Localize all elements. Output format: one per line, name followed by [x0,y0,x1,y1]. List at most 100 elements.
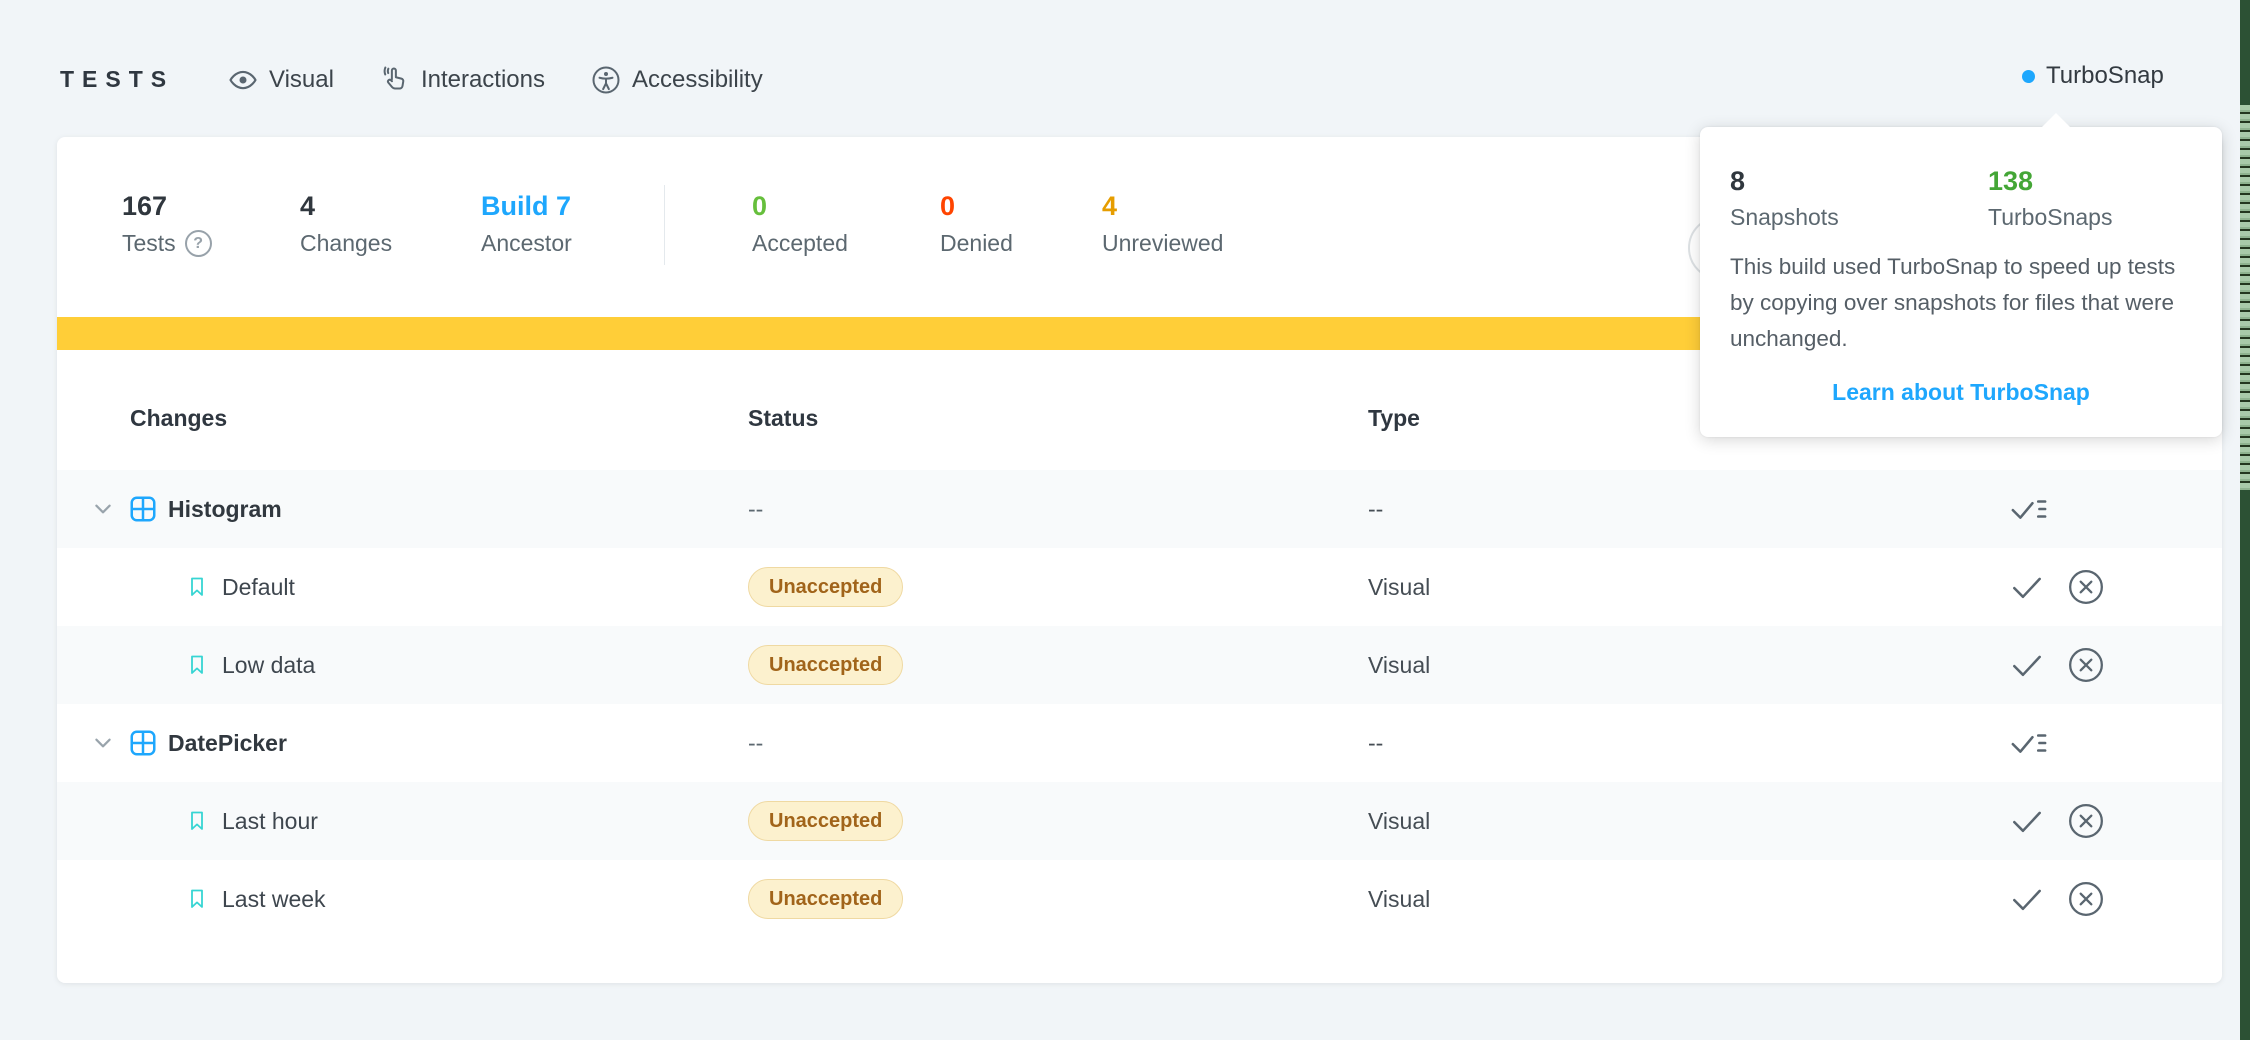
pointer-icon [380,65,410,95]
status-badge: Unaccepted [748,879,903,919]
snapshots-label: Snapshots [1730,204,1839,231]
deny-button[interactable] [2067,568,2105,606]
right-edge-strip [2240,0,2250,1040]
tab-visual[interactable]: Visual [228,65,334,95]
popover-arrow [2042,113,2070,127]
accepted-count: 0 [752,189,848,223]
row-type: Visual [1368,574,1430,601]
popover-stat-turbosnaps: 138 TurboSnaps [1988,165,2112,231]
x-circle-icon [2067,568,2105,606]
tests-count: 167 [122,189,212,223]
stat-accepted: 0 Accepted [752,189,848,257]
component-name: DatePicker [168,730,287,757]
unreviewed-count: 4 [1102,189,1223,223]
ancestor-label: Ancestor [481,230,572,257]
bookmark-icon [185,650,209,680]
accept-all-button[interactable] [2009,728,2049,758]
accept-button[interactable] [2009,572,2045,602]
check-list-icon [2009,728,2049,758]
bookmark-icon [185,572,209,602]
tab-label: Interactions [421,66,545,94]
status-badge: Unaccepted [748,645,903,685]
row-type: Visual [1368,808,1430,835]
check-icon [2009,650,2045,680]
tab-label: Visual [269,66,334,94]
changes-label: Changes [300,230,392,257]
test-name: Default [222,574,295,601]
turbosnap-description: This build used TurboSnap to speed up te… [1730,249,2202,357]
snapshots-count: 8 [1730,165,1839,197]
chevron-down-icon[interactable] [92,498,114,520]
ancestor-build-link[interactable]: Build 7 [481,189,572,223]
check-list-icon [2009,494,2049,524]
test-name: Low data [222,652,315,679]
column-header-status: Status [748,405,818,432]
row-status: -- [748,496,763,523]
column-header-changes: Changes [130,405,227,432]
accept-button[interactable] [2009,884,2045,914]
tab-interactions[interactable]: Interactions [380,65,545,95]
turbosnap-indicator[interactable]: TurboSnap [2022,62,2164,90]
table-row-group-histogram[interactable]: Histogram -- -- [57,470,2222,548]
deny-button[interactable] [2067,880,2105,918]
blue-dot-icon [2022,70,2035,83]
deny-button[interactable] [2067,802,2105,840]
turbosnap-popover: 8 Snapshots 138 TurboSnaps This build us… [1700,127,2222,437]
check-icon [2009,884,2045,914]
status-badge: Unaccepted [748,567,903,607]
stat-denied: 0 Denied [940,189,1013,257]
bookmark-icon [185,806,209,836]
accept-button[interactable] [2009,806,2045,836]
changes-table: Histogram -- -- Default Unaccepted Visua… [57,470,2222,938]
accessibility-icon [591,65,621,95]
stat-unreviewed: 4 Unreviewed [1102,189,1223,257]
accept-button[interactable] [2009,650,2045,680]
x-circle-icon [2067,802,2105,840]
table-row-last-week[interactable]: Last week Unaccepted Visual [57,860,2222,938]
bookmark-icon [185,884,209,914]
stat-ancestor-build: Build 7 Ancestor [481,189,572,257]
page-title: TESTS [60,66,174,93]
x-circle-icon [2067,646,2105,684]
column-header-type: Type [1368,405,1420,432]
check-icon [2009,572,2045,602]
row-type: -- [1368,496,1383,523]
row-status: -- [748,730,763,757]
component-name: Histogram [168,496,282,523]
denied-count: 0 [940,189,1013,223]
component-grid-icon [128,728,158,758]
deny-button[interactable] [2067,646,2105,684]
stats-divider [664,185,665,265]
unreviewed-label: Unreviewed [1102,230,1223,257]
table-row-default[interactable]: Default Unaccepted Visual [57,548,2222,626]
x-circle-icon [2067,880,2105,918]
accept-all-button[interactable] [2009,494,2049,524]
tab-label: Accessibility [632,66,763,94]
turbosnap-label: TurboSnap [2046,62,2164,90]
turbosnaps-count: 138 [1988,165,2112,197]
test-name: Last hour [222,808,318,835]
stat-tests: 167 Tests ? [122,189,212,257]
changes-count: 4 [300,189,392,223]
row-type: -- [1368,730,1383,757]
eye-icon [228,65,258,95]
table-row-last-hour[interactable]: Last hour Unaccepted Visual [57,782,2222,860]
stat-changes: 4 Changes [300,189,392,257]
tests-label: Tests [122,230,176,257]
row-type: Visual [1368,886,1430,913]
chevron-down-icon[interactable] [92,732,114,754]
tab-accessibility[interactable]: Accessibility [591,65,763,95]
popover-stat-snapshots: 8 Snapshots [1730,165,1839,231]
status-badge: Unaccepted [748,801,903,841]
learn-about-turbosnap-link[interactable]: Learn about TurboSnap [1700,379,2222,406]
turbosnaps-label: TurboSnaps [1988,204,2112,231]
test-type-tabs: Visual Interactions Accessibility [228,56,763,104]
table-row-group-datepicker[interactable]: DatePicker -- -- [57,704,2222,782]
test-name: Last week [222,886,326,913]
component-grid-icon [128,494,158,524]
denied-label: Denied [940,230,1013,257]
accepted-label: Accepted [752,230,848,257]
check-icon [2009,806,2045,836]
question-circle-icon[interactable]: ? [185,230,212,257]
table-row-low-data[interactable]: Low data Unaccepted Visual [57,626,2222,704]
